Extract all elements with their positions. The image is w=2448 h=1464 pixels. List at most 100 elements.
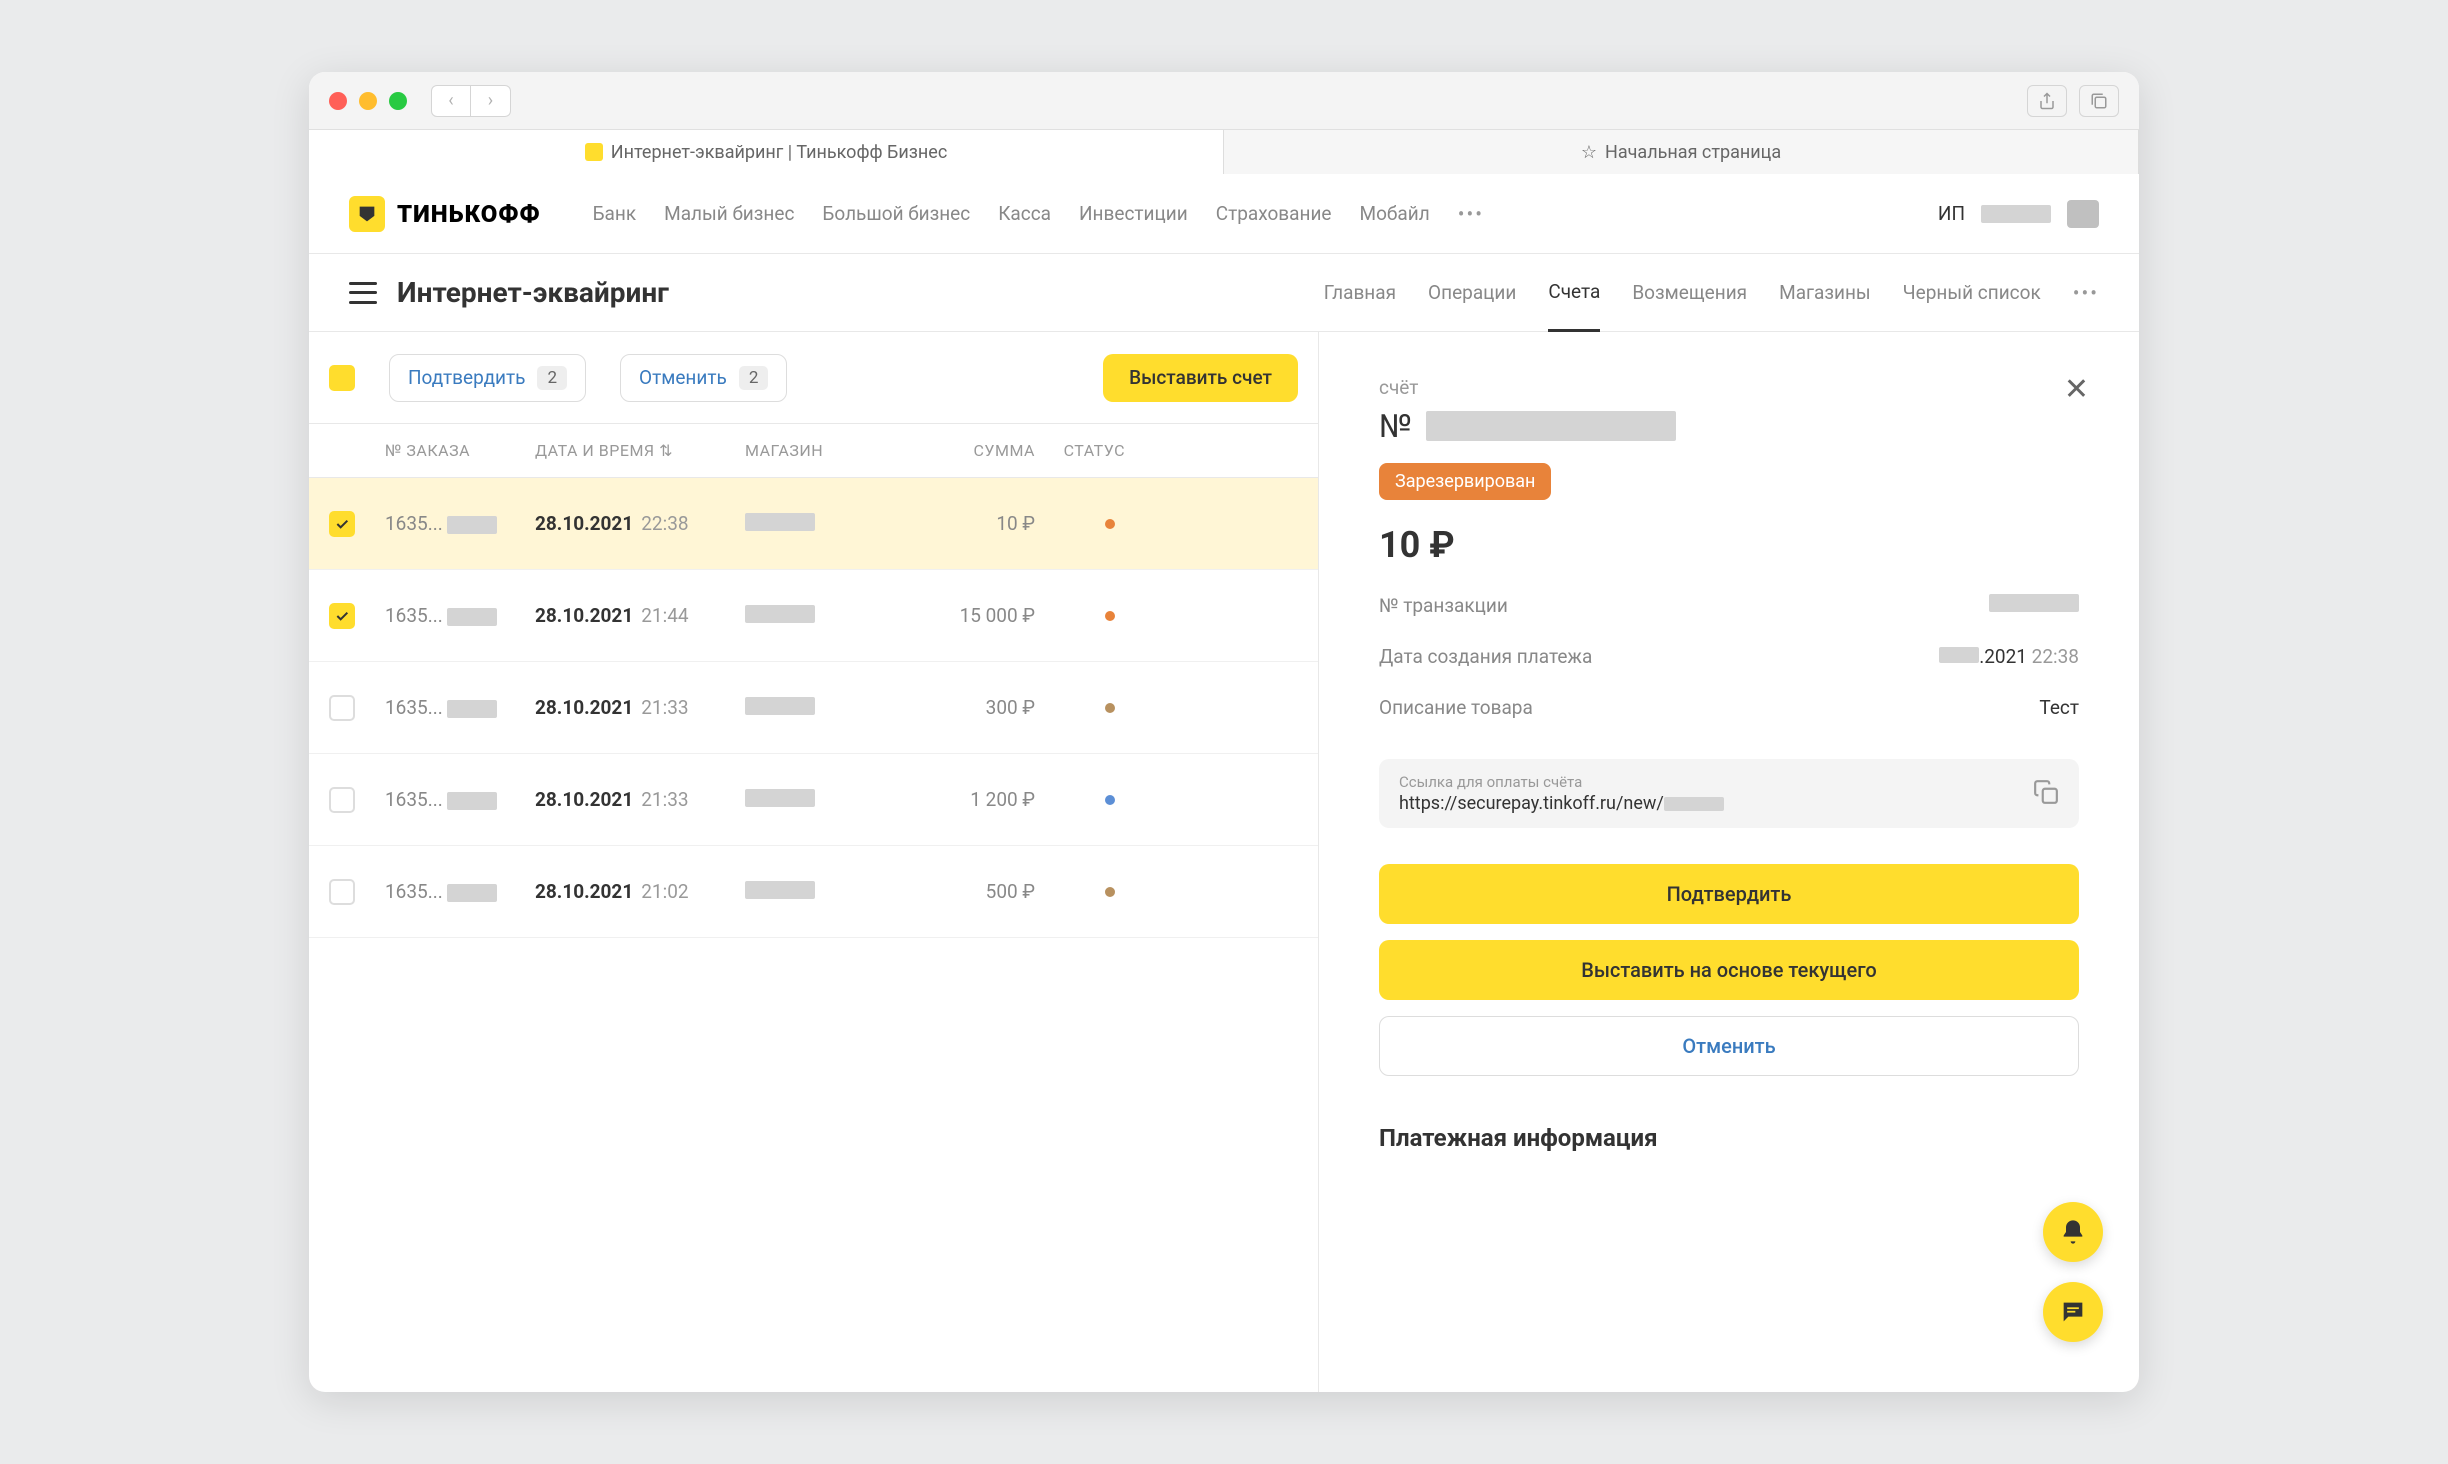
cancel-button[interactable]: Отменить [1379,1016,2079,1076]
invoice-list-pane: Подтвердить 2 Отменить 2 Выставить счет … [309,332,1319,1392]
close-window-icon[interactable] [329,92,347,110]
user-dropdown-icon[interactable] [2067,200,2099,228]
row-datetime: 28.10.202122:38 [535,512,745,535]
logo[interactable]: ТИНЬКОФФ [349,196,541,232]
hamburger-icon[interactable] [349,282,377,304]
status-badge: Зарезервирован [1379,463,1551,500]
close-icon[interactable]: ✕ [2064,372,2089,407]
select-all-checkbox[interactable] [329,365,355,391]
invoice-detail-pane: ✕ счёт № Зарезервирован 10 ₽ № транзакци… [1319,332,2139,1392]
top-nav: Банк Малый бизнес Большой бизнес Касса И… [593,202,1484,226]
nav-insurance[interactable]: Страхование [1216,202,1332,226]
col-status[interactable]: СТАТУС [1035,441,1135,460]
invoice-amount: 10 ₽ [1379,524,2079,566]
nav-bank[interactable]: Банк [593,202,637,226]
row-sum: 300 ₽ [905,696,1035,719]
titlebar: ‹ › [309,72,2139,130]
row-order: 1635... [385,696,535,719]
subnav-invoices[interactable]: Счета [1548,280,1600,332]
forward-button[interactable]: › [471,85,511,117]
browser-window: ‹ › Интернет-эквайринг | Тинькофф Бизнес… [309,72,2139,1392]
row-shop [745,605,905,627]
subnav-main[interactable]: Главная [1324,281,1396,330]
table-header: № ЗАКАЗА ДАТА И ВРЕМЯ ⇅ МАГАЗИН СУММА СТ… [309,424,1318,478]
transaction-id-redacted [1989,594,2079,612]
user-name-redacted [1981,205,2051,223]
table-body: 1635... 28.10.202122:38 10 ₽ 1635... 28.… [309,478,1318,938]
col-order[interactable]: № ЗАКАЗА [385,441,535,460]
row-checkbox[interactable] [329,603,355,629]
row-checkbox[interactable] [329,695,355,721]
status-dot-icon [1105,703,1115,713]
table-row[interactable]: 1635... 28.10.202121:02 500 ₽ [309,846,1318,938]
subnav-operations[interactable]: Операции [1428,281,1516,330]
row-order: 1635... [385,788,535,811]
confirm-selected-button[interactable]: Подтвердить 2 [389,354,586,402]
table-row[interactable]: 1635... 28.10.202121:33 1 200 ₽ [309,754,1318,846]
row-sum: 15 000 ₽ [905,604,1035,627]
list-toolbar: Подтвердить 2 Отменить 2 Выставить счет [309,332,1318,424]
row-sum: 500 ₽ [905,880,1035,903]
user-menu[interactable]: ИП [1938,200,2099,228]
subnav-refunds[interactable]: Возмещения [1632,281,1747,330]
cancel-count: 2 [739,366,769,390]
status-dot-icon [1105,795,1115,805]
status-dot-icon [1105,611,1115,621]
table-row[interactable]: 1635... 28.10.202122:38 10 ₽ [309,478,1318,570]
row-checkbox[interactable] [329,511,355,537]
copy-icon[interactable] [2033,779,2059,809]
row-order: 1635... [385,880,535,903]
subnav-blacklist[interactable]: Черный список [1903,281,2041,330]
browser-tab-2[interactable]: ☆ Начальная страница [1224,130,2139,174]
notifications-fab[interactable] [2043,1202,2103,1262]
payment-link-box: Ссылка для оплаты счёта https://securepa… [1379,759,2079,828]
col-shop[interactable]: МАГАЗИН [745,441,905,460]
nav-more-icon[interactable]: ••• [1458,202,1484,226]
row-shop [745,789,905,811]
tab-title: Начальная страница [1605,142,1781,163]
nav-big-biz[interactable]: Большой бизнес [822,202,970,226]
info-date: Дата создания платежа .2021 22:38 [1379,645,2079,668]
row-status [1035,882,1135,901]
browser-tab-1[interactable]: Интернет-эквайринг | Тинькофф Бизнес [309,130,1224,174]
table-row[interactable]: 1635... 28.10.202121:33 300 ₽ [309,662,1318,754]
star-icon: ☆ [1581,142,1597,163]
col-sum[interactable]: СУММА [905,441,1035,460]
invoice-number: № [1379,407,2079,445]
row-sum: 1 200 ₽ [905,788,1035,811]
sort-icon: ⇅ [659,441,673,460]
row-order: 1635... [385,512,535,535]
link-label: Ссылка для оплаты счёта [1399,773,1724,791]
nav-invest[interactable]: Инвестиции [1079,202,1188,226]
row-datetime: 28.10.202121:33 [535,788,745,811]
row-checkbox[interactable] [329,879,355,905]
clone-button[interactable]: Выставить на основе текущего [1379,940,2079,1000]
col-datetime[interactable]: ДАТА И ВРЕМЯ ⇅ [535,441,745,460]
row-datetime: 28.10.202121:33 [535,696,745,719]
confirm-button[interactable]: Подтвердить [1379,864,2079,924]
minimize-window-icon[interactable] [359,92,377,110]
row-status [1035,514,1135,533]
confirm-label: Подтвердить [408,366,525,389]
page-title: Интернет-эквайринг [397,276,669,309]
create-invoice-button[interactable]: Выставить счет [1103,354,1298,402]
subnav-more-icon[interactable]: ••• [2073,281,2099,305]
table-row[interactable]: 1635... 28.10.202121:44 15 000 ₽ [309,570,1318,662]
cancel-selected-button[interactable]: Отменить 2 [620,354,787,402]
cancel-label: Отменить [639,366,727,389]
nav-kassa[interactable]: Касса [998,202,1051,226]
back-button[interactable]: ‹ [431,85,471,117]
tabs-icon[interactable] [2079,85,2119,117]
row-shop [745,697,905,719]
chat-fab[interactable] [2043,1282,2103,1342]
detail-heading: счёт [1379,376,2079,399]
nav-mobile[interactable]: Мобайл [1359,202,1429,226]
info-transaction: № транзакции [1379,594,2079,617]
maximize-window-icon[interactable] [389,92,407,110]
row-checkbox[interactable] [329,787,355,813]
payment-info-title: Платежная информация [1379,1124,2079,1152]
share-icon[interactable] [2027,85,2067,117]
nav-small-biz[interactable]: Малый бизнес [664,202,794,226]
subnav-shops[interactable]: Магазины [1779,281,1871,330]
row-status [1035,698,1135,717]
